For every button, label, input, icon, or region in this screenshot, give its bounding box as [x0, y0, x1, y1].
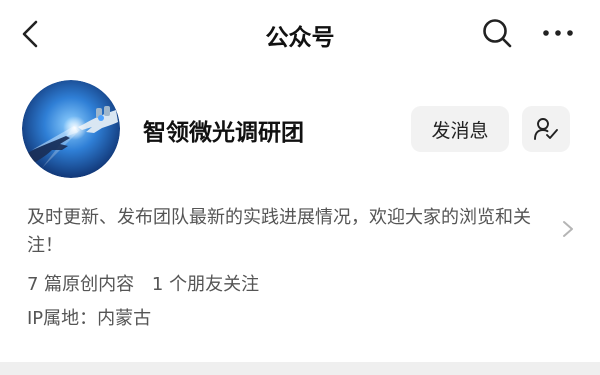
top-bar: 公众号 — [0, 0, 600, 68]
follow-button[interactable] — [522, 106, 570, 152]
chevron-right-icon — [563, 221, 573, 237]
description-expand[interactable] — [561, 220, 575, 238]
account-description: 及时更新、发布团队最新的实践进展情况，欢迎大家的浏览和关注！ — [27, 207, 531, 256]
account-stats: 7 篇原创内容 1 个朋友关注 — [27, 270, 259, 296]
robot-hand-avatar — [22, 80, 120, 178]
send-message-button[interactable]: 发消息 — [411, 106, 509, 152]
avatar[interactable] — [22, 80, 120, 178]
ip-location: IP属地：内蒙古 — [27, 308, 152, 329]
friends-following[interactable]: 1 个朋友关注 — [152, 274, 259, 295]
follow-user-icon — [534, 118, 558, 140]
original-count[interactable]: 7 篇原创内容 — [27, 274, 134, 295]
section-divider — [0, 362, 600, 375]
search-button[interactable] — [480, 16, 514, 50]
account-name: 智领微光调研团 — [143, 120, 304, 146]
more-icon — [543, 30, 573, 36]
more-button[interactable] — [540, 16, 576, 50]
search-icon — [483, 19, 512, 48]
